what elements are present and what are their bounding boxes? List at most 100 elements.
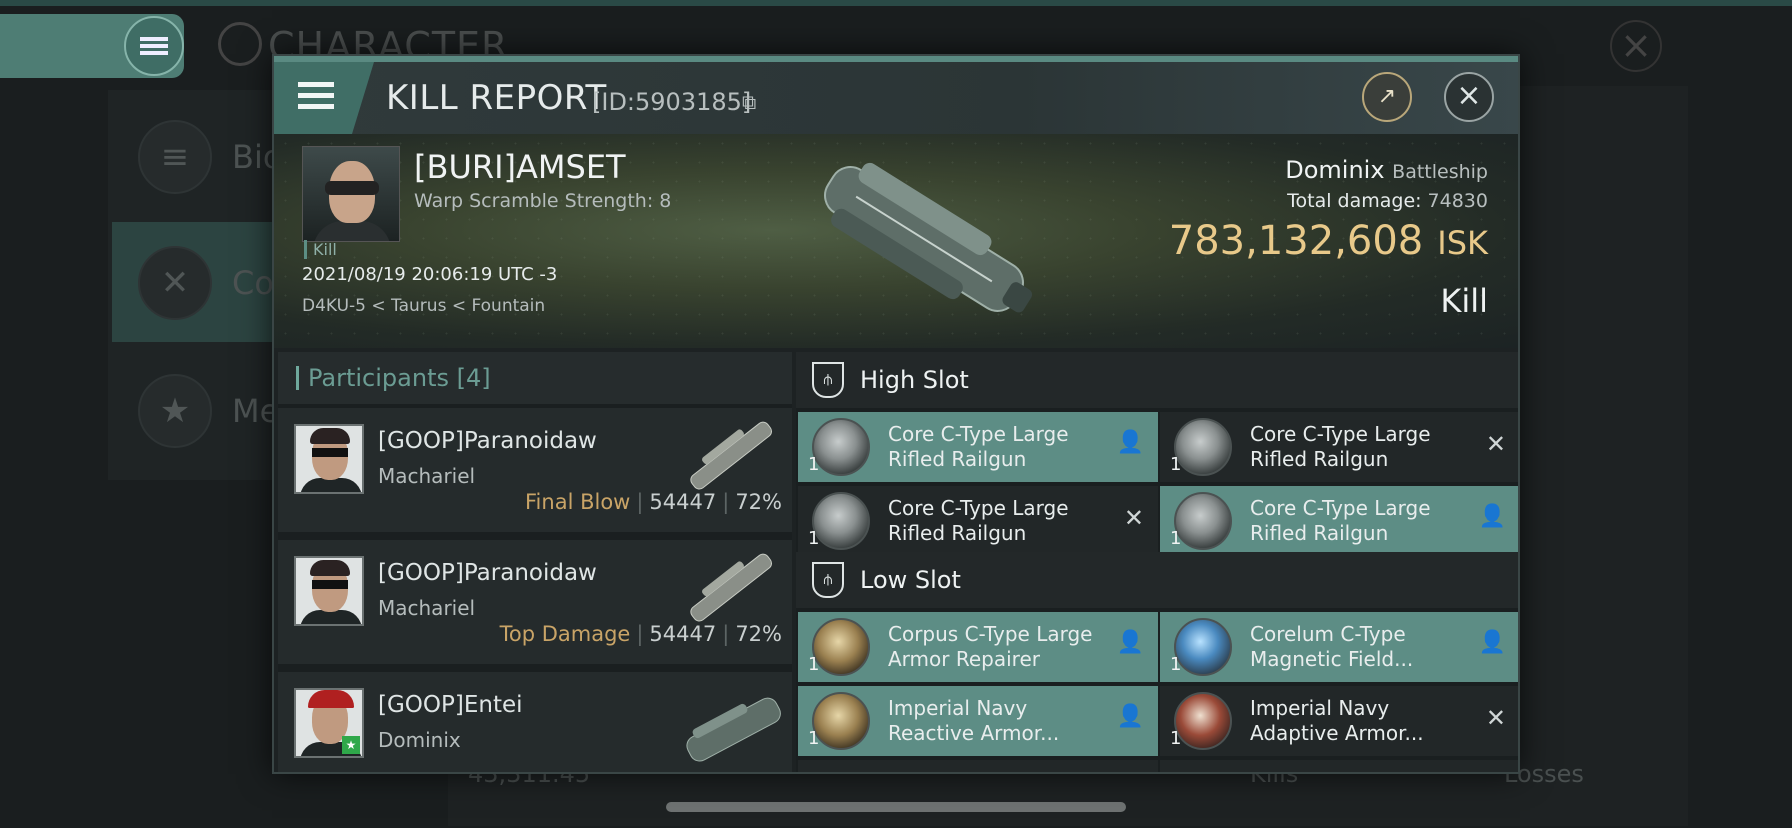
kill-location[interactable]: D4KU-5 < Taurus < Fountain	[302, 296, 545, 316]
armor-repairer-icon	[812, 618, 870, 676]
total-damage: Total damage: 74830	[1287, 190, 1488, 212]
module-name: Core C-Type Large Rifled Railgun	[1250, 422, 1431, 471]
victim-detail: Warp Scramble Strength: 8	[414, 190, 672, 212]
module-name: Corpus C-Type Large Armor Repairer	[888, 622, 1093, 671]
module-item[interactable]: 1 Imperial Navy Reactive Armor... 👤	[798, 686, 1158, 756]
screen: CHARACTER × ≡ Bio ✕ Co ★ Me 43,311.45 Ki…	[0, 0, 1792, 828]
participant-ship: Machariel	[378, 596, 476, 620]
person-icon: 👤	[1116, 704, 1144, 729]
module-item[interactable]: 1 Core C-Type Large Rifled Railgun 👤	[798, 412, 1158, 482]
participant-name: [GOOP]Paranoidaw	[378, 560, 597, 586]
module-name: Imperial Navy Reactive Armor...	[888, 696, 1060, 745]
module-name: Core C-Type Large Rifled Railgun	[1250, 496, 1431, 545]
person-icon: 👤	[1116, 430, 1144, 455]
star-icon: ★	[342, 736, 360, 754]
hamburger-icon	[298, 82, 334, 115]
modal-header: KILL REPORT [ID:5903185] ⧉ ↗ ×	[274, 62, 1518, 134]
victim-portrait[interactable]	[302, 146, 400, 242]
modal-title: KILL REPORT	[386, 78, 607, 118]
module-name: Core C-Type Large Rifled Railgun	[888, 422, 1069, 471]
home-indicator[interactable]	[666, 802, 1126, 812]
fitting-panel: ⫛ High Slot 1 Core C-Type Large Rifled R…	[796, 352, 1518, 772]
kill-tag: Kill	[304, 240, 337, 259]
participant-avatar	[294, 556, 364, 626]
copy-icon[interactable]: ⧉	[742, 90, 756, 114]
crossed-swords-icon: ✕	[138, 246, 212, 320]
close-icon: ×	[1456, 78, 1482, 113]
menu-button[interactable]	[274, 62, 374, 134]
magnetic-field-icon	[1174, 618, 1232, 676]
railgun-icon	[1174, 492, 1232, 550]
ship-name: Dominix	[1285, 156, 1385, 184]
participant-row[interactable]: [GOOP]Paranoidaw Machariel Final Blow | 54…	[278, 408, 792, 536]
participant-row[interactable]: ★ [GOOP]Entei Dominix	[278, 672, 792, 772]
participant-ship-render	[686, 697, 781, 762]
participants-label: Participants	[308, 364, 449, 392]
share-icon: ↗	[1377, 84, 1397, 109]
ship-class: Battleship	[1392, 161, 1488, 183]
participant-name: [GOOP]Paranoidaw	[378, 428, 597, 454]
participants-count: [4]	[456, 364, 491, 392]
module-name: Core C-Type Large Rifled Railgun	[888, 496, 1069, 545]
low-slot-label: Low Slot	[860, 566, 961, 594]
kill-report-modal: KILL REPORT [ID:5903185] ⧉ ↗ × [BURI]AMS…	[272, 54, 1520, 774]
total-damage-value: 74830	[1427, 190, 1488, 212]
isk-unit: ISK	[1437, 224, 1488, 262]
low-slot-header: ⫛ Low Slot	[796, 552, 1518, 608]
module-item[interactable]: 1 Core C-Type Large Rifled Railgun ✕	[1160, 412, 1518, 482]
participant-role: Final Blow	[525, 490, 631, 514]
kill-result: Kill	[1440, 282, 1488, 320]
module-item[interactable]: 1 Core C-Type Large Rifled Railgun 👤	[1160, 486, 1518, 556]
participant-ship: Dominix	[378, 728, 461, 752]
module-qty: 1	[808, 454, 820, 475]
participant-row[interactable]: [GOOP]Paranoidaw Machariel Top Damage | 54…	[278, 540, 792, 668]
participant-ship-render	[690, 421, 773, 490]
close-button[interactable]: ×	[1444, 72, 1494, 122]
module-item[interactable]: 1 Corpus C-Type Large Armor Repairer 👤	[798, 612, 1158, 682]
module-item-partial[interactable]	[1160, 760, 1518, 772]
participant-avatar: ★	[294, 688, 364, 758]
participant-avatar	[294, 424, 364, 494]
participant-ship-render	[690, 553, 773, 622]
star-icon: ★	[138, 374, 212, 448]
destroyed-x-icon: ✕	[1485, 704, 1506, 732]
vitruvian-icon	[218, 22, 262, 66]
share-button[interactable]: ↗	[1362, 72, 1412, 122]
reactive-armor-icon	[812, 692, 870, 750]
module-name: Imperial Navy Adaptive Armor...	[1250, 696, 1424, 745]
module-item[interactable]: 1 Core C-Type Large Rifled Railgun ✕	[798, 486, 1158, 556]
victim-name[interactable]: [BURI]AMSET	[414, 148, 626, 186]
participant-stats: Top Damage | 54447 | 72%	[499, 622, 782, 646]
destroyed-x-icon: ✕	[1123, 504, 1144, 532]
module-item[interactable]: 1 Corelum C-Type Magnetic Field... 👤	[1160, 612, 1518, 682]
participant-percent: 72%	[735, 622, 782, 646]
ship-render[interactable]	[774, 144, 1074, 334]
bg-menu-button[interactable]	[124, 16, 184, 76]
module-item[interactable]: 1 Imperial Navy Adaptive Armor... ✕	[1160, 686, 1518, 756]
module-qty: 1	[808, 528, 820, 549]
module-item-partial[interactable]	[798, 760, 1158, 772]
railgun-icon	[812, 492, 870, 550]
bg-close-icon[interactable]: ×	[1610, 20, 1662, 72]
module-qty: 1	[1170, 728, 1182, 749]
module-qty: 1	[808, 654, 820, 675]
top-bar	[0, 0, 1792, 6]
railgun-icon	[1174, 418, 1232, 476]
participant-damage: 54447	[649, 622, 717, 646]
module-qty: 1	[1170, 454, 1182, 475]
participant-stats: Final Blow | 54447 | 72%	[525, 490, 782, 514]
high-slot-icon: ⫛	[812, 362, 844, 398]
high-slot-header: ⫛ High Slot	[796, 352, 1518, 408]
participant-role: Top Damage	[499, 622, 631, 646]
participants-panel: Participants [4] [GOOP]Paranoidaw Machar…	[278, 352, 792, 772]
menu-icon: ≡	[138, 120, 212, 194]
high-slot-label: High Slot	[860, 366, 969, 394]
module-qty: 1	[808, 728, 820, 749]
adaptive-armor-icon	[1174, 692, 1232, 750]
low-slot-icon: ⫛	[812, 562, 844, 598]
participants-header: Participants [4]	[278, 352, 792, 404]
person-icon: 👤	[1116, 630, 1144, 655]
kill-date: 2021/08/19 20:06:19 UTC -3	[302, 264, 558, 285]
person-icon: 👤	[1478, 630, 1506, 655]
ship-type[interactable]: Dominix Battleship	[1285, 156, 1488, 184]
